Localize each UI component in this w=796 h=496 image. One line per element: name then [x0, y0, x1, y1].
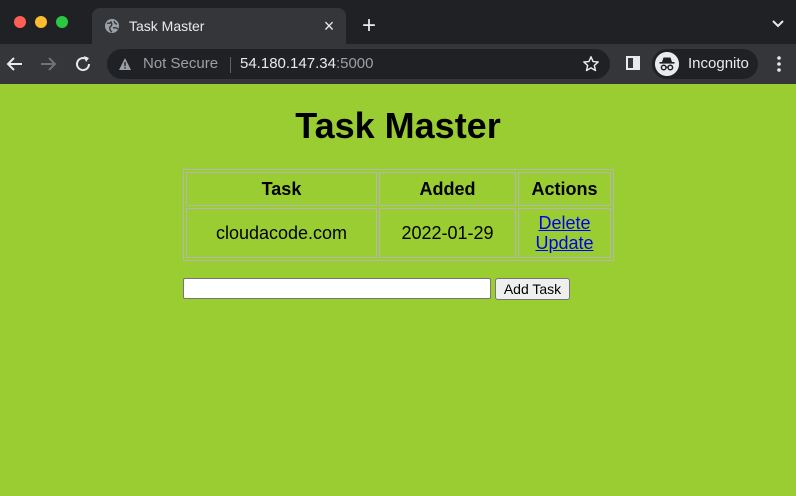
column-header-added: Added	[379, 172, 516, 206]
incognito-profile-button[interactable]: Incognito	[652, 49, 758, 79]
column-header-actions: Actions	[518, 172, 611, 206]
reload-icon[interactable]	[73, 54, 93, 74]
tab-title: Task Master	[129, 18, 205, 34]
security-status[interactable]: Not Secure	[143, 55, 218, 72]
new-tab-button[interactable]: +	[358, 14, 380, 38]
browser-toolbar: Not Secure 54.180.147.34:5000 Incognito	[0, 44, 796, 84]
forward-arrow-icon[interactable]	[38, 54, 58, 74]
side-panel-icon[interactable]	[626, 56, 640, 70]
minimize-window-button[interactable]	[35, 16, 47, 28]
kebab-menu-icon[interactable]	[776, 55, 782, 73]
page-title: Task Master	[295, 105, 501, 146]
task-content-input[interactable]	[183, 278, 491, 299]
task-cell: cloudacode.com	[186, 208, 377, 258]
close-window-button[interactable]	[14, 16, 26, 28]
add-task-button[interactable]: Add Task	[495, 278, 570, 300]
tab-close-icon[interactable]: ×	[320, 17, 338, 35]
page-content: Task Master Task Added Actions cloudacod…	[0, 84, 796, 496]
tasks-table: Task Added Actions cloudacode.com 2022-0…	[183, 169, 614, 261]
actions-cell: Delete Update	[518, 208, 611, 258]
delete-link[interactable]: Delete	[519, 213, 610, 233]
added-date-cell: 2022-01-29	[379, 208, 516, 258]
tab-strip: Task Master × +	[0, 0, 796, 44]
url-host: 54.180.147.34	[240, 55, 336, 72]
url-text[interactable]: 54.180.147.34:5000	[240, 55, 373, 72]
globe-icon	[105, 19, 119, 33]
browser-tab[interactable]: Task Master ×	[92, 8, 346, 44]
incognito-icon	[655, 52, 679, 76]
update-link[interactable]: Update	[519, 233, 610, 253]
maximize-window-button[interactable]	[56, 16, 68, 28]
warning-icon[interactable]	[118, 57, 132, 71]
bookmark-star-icon[interactable]	[582, 55, 600, 73]
table-header-row: Task Added Actions	[186, 172, 611, 206]
column-header-task: Task	[186, 172, 377, 206]
profile-label: Incognito	[688, 55, 749, 72]
url-port: :5000	[335, 55, 374, 72]
address-bar[interactable]: Not Secure 54.180.147.34:5000	[107, 49, 610, 79]
tab-search-chevron-icon[interactable]	[770, 18, 786, 30]
omnibox-divider	[230, 57, 231, 73]
table-row: cloudacode.com 2022-01-29 Delete Update	[186, 208, 611, 258]
back-arrow-icon[interactable]	[5, 54, 25, 74]
